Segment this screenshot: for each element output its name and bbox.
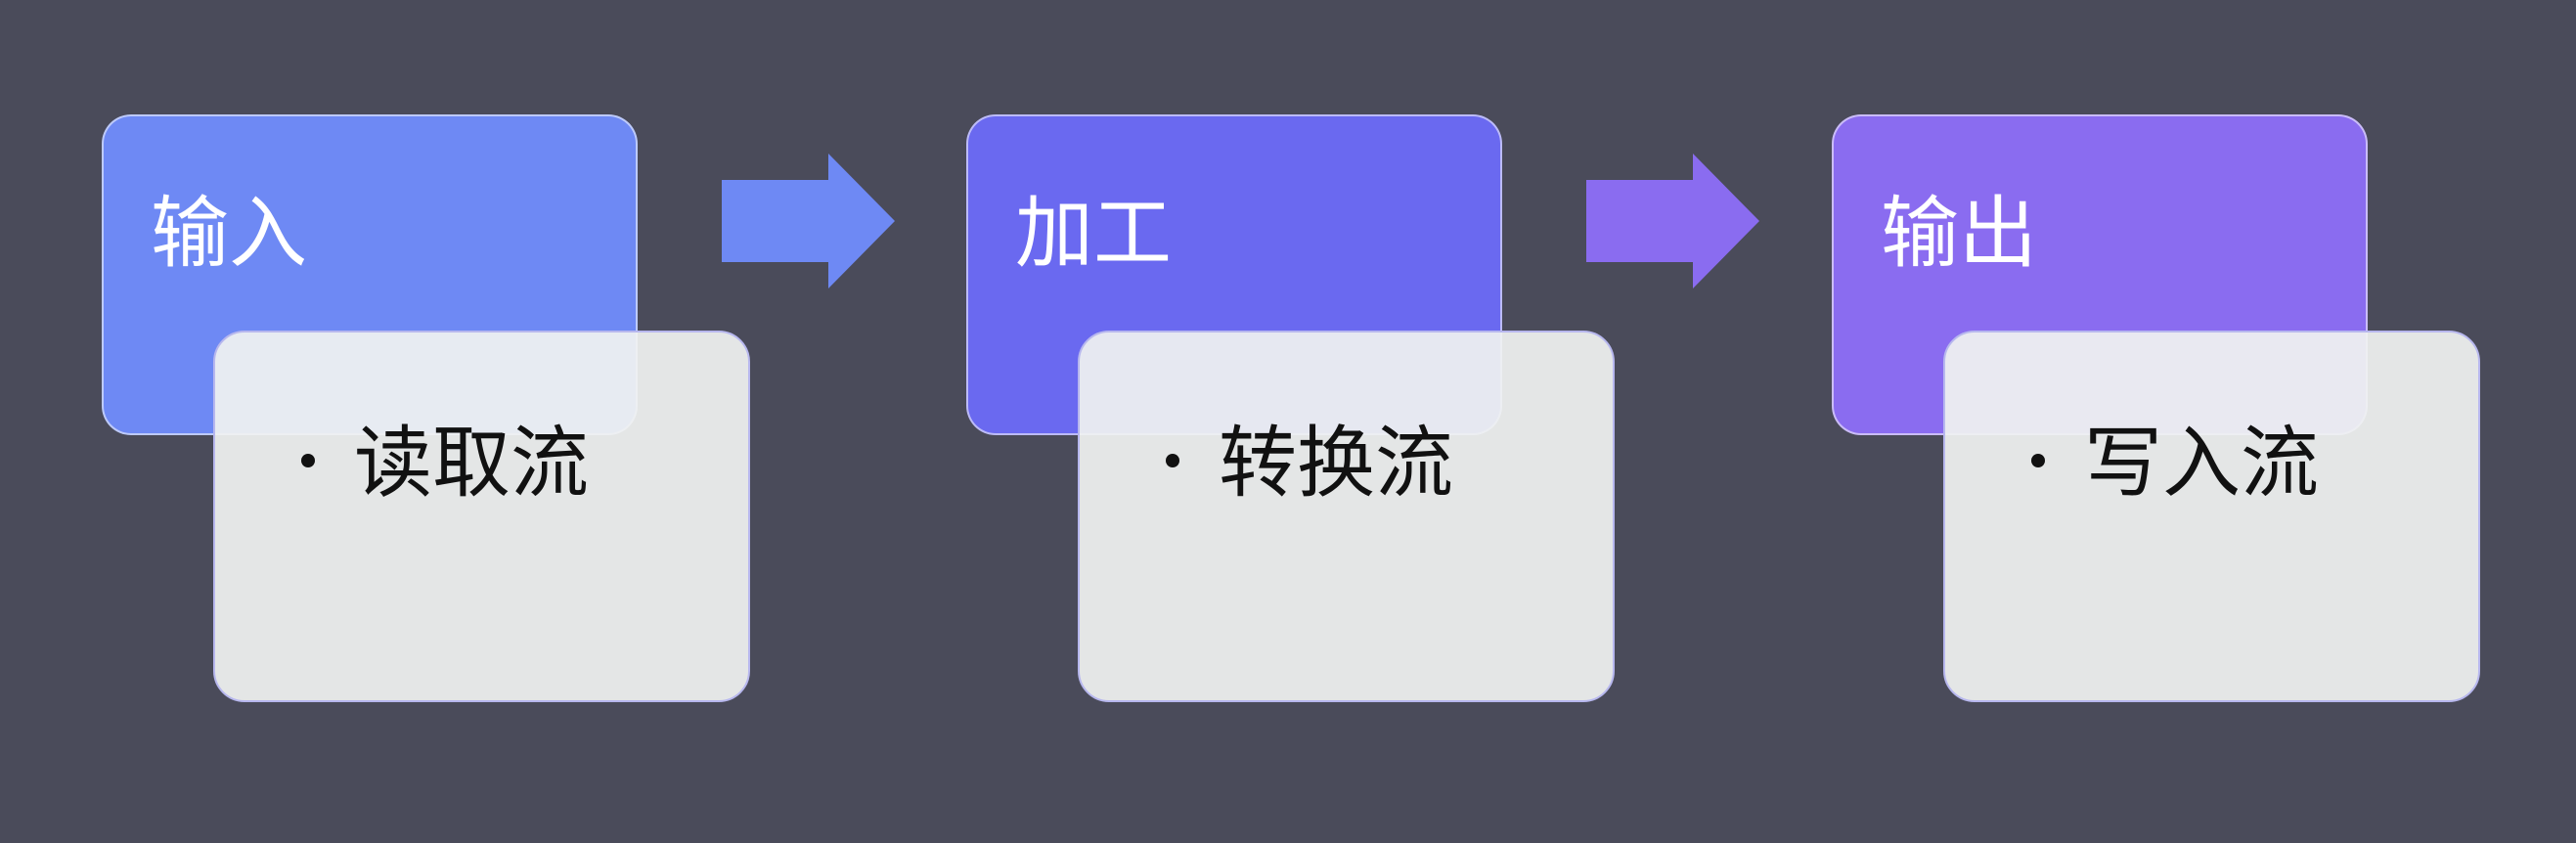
stage-detail-item: 写入流 <box>2031 417 2319 510</box>
bullet-icon <box>2031 454 2045 468</box>
bullet-icon <box>1166 454 1179 468</box>
stage-title: 输入 <box>151 188 307 279</box>
stage-detail-text: 写入流 <box>2084 418 2319 509</box>
stage-detail-text: 转换流 <box>1219 418 1453 509</box>
stage-detail-item: 转换流 <box>1166 417 1453 510</box>
stage-detail-item: 读取流 <box>301 417 589 510</box>
stage-detail-card: 写入流 <box>1943 331 2480 702</box>
stage-output: 输出 写入流 <box>1730 0 2480 843</box>
stage-process: 加工 转换流 <box>865 0 1615 843</box>
stage-detail-card: 读取流 <box>213 331 750 702</box>
stage-detail-card: 转换流 <box>1078 331 1615 702</box>
stage-input: 输入 读取流 <box>0 0 750 843</box>
stage-detail-text: 读取流 <box>354 418 589 509</box>
stage-title: 输出 <box>1881 188 2037 279</box>
bullet-icon <box>301 454 315 468</box>
stage-title: 加工 <box>1015 188 1172 279</box>
